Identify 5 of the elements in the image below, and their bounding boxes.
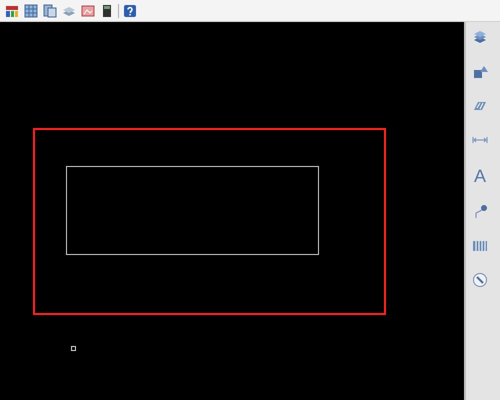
document-icon[interactable] bbox=[42, 2, 58, 18]
help-icon[interactable] bbox=[122, 2, 138, 18]
image-icon[interactable] bbox=[80, 2, 96, 18]
grid-icon[interactable] bbox=[23, 2, 39, 18]
text-tool[interactable]: A bbox=[470, 164, 490, 188]
